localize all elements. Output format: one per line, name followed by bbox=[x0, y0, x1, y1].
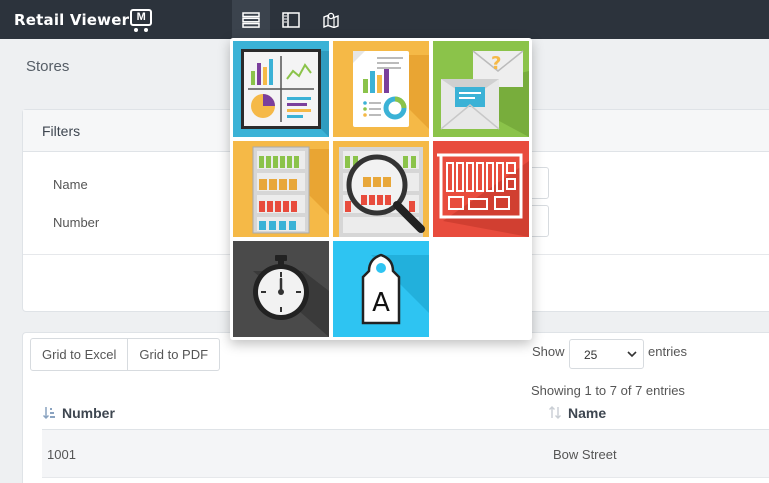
cell-name: Bow Street bbox=[553, 447, 617, 462]
tile-floor-plan[interactable] bbox=[433, 141, 529, 237]
nav-sidebar-button[interactable] bbox=[272, 0, 310, 39]
filter-number-label: Number bbox=[53, 215, 100, 230]
page-size-select[interactable]: 25 bbox=[569, 339, 644, 369]
price-tag-icon: A bbox=[361, 253, 429, 325]
tile-shelf-inspection[interactable] bbox=[333, 141, 429, 237]
stopwatch-icon bbox=[253, 255, 329, 337]
floor-plan-icon bbox=[437, 153, 529, 237]
dashboard-charts-icon bbox=[241, 49, 329, 137]
grid-to-excel-button[interactable]: Grid to Excel bbox=[30, 338, 129, 371]
chevron-down-icon bbox=[627, 351, 637, 358]
page-title: Stores bbox=[26, 58, 70, 75]
brand-name: Retail Viewer bbox=[14, 11, 130, 29]
table-row[interactable] bbox=[42, 430, 769, 478]
map-icon bbox=[323, 12, 339, 28]
brand-mark-letter: M bbox=[130, 9, 153, 26]
store-shelves-icon bbox=[252, 146, 329, 234]
show-label: Show bbox=[532, 344, 565, 359]
sidebar-panel-icon bbox=[282, 11, 300, 28]
column-number-label: Number bbox=[62, 405, 115, 421]
entries-label: entries bbox=[648, 344, 688, 359]
table-info: Showing 1 to 7 of 7 entries bbox=[531, 383, 685, 398]
tile-messages[interactable]: ? bbox=[433, 41, 529, 137]
grid-to-pdf-button[interactable]: Grid to PDF bbox=[128, 338, 221, 371]
tile-dashboard[interactable] bbox=[233, 41, 329, 137]
tile-stopwatch[interactable] bbox=[233, 241, 329, 337]
brand-logo[interactable]: Retail Viewer M bbox=[14, 7, 153, 33]
column-name-label: Name bbox=[568, 405, 607, 421]
nav-apps-menu-button[interactable] bbox=[232, 0, 270, 39]
menu-list-icon bbox=[242, 11, 260, 28]
sort-both-icon bbox=[548, 406, 562, 420]
price-tag-letter: A bbox=[372, 288, 390, 318]
apps-tile-menu: ? A bbox=[230, 38, 532, 340]
nav-map-button[interactable] bbox=[312, 0, 350, 39]
tile-price-tag[interactable]: A bbox=[333, 241, 429, 337]
page-size-value: 25 bbox=[584, 348, 598, 362]
svg-text:?: ? bbox=[491, 53, 501, 74]
shelf-inspect-magnifier-icon bbox=[339, 147, 425, 237]
export-button-group: Grid to Excel Grid to PDF bbox=[30, 338, 221, 371]
mail-envelopes-icon: ? bbox=[440, 50, 529, 137]
cart-logo-icon: M bbox=[130, 7, 153, 33]
sort-descending-icon bbox=[42, 406, 56, 420]
tile-store-shelves[interactable] bbox=[233, 141, 329, 237]
tile-reports[interactable] bbox=[333, 41, 429, 137]
column-header-name[interactable]: Name bbox=[548, 405, 606, 421]
cell-number: 1001 bbox=[47, 447, 76, 462]
filter-name-label: Name bbox=[53, 177, 88, 192]
column-header-number[interactable]: Number bbox=[42, 405, 115, 421]
report-document-icon bbox=[353, 51, 429, 129]
top-navbar: Retail Viewer M bbox=[0, 0, 769, 39]
